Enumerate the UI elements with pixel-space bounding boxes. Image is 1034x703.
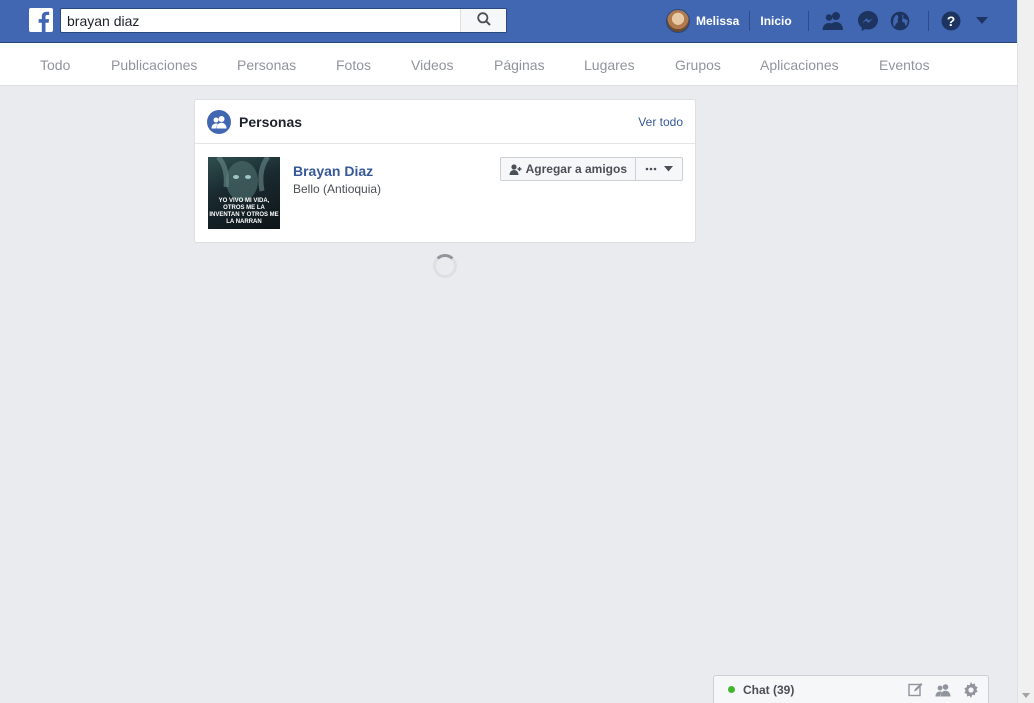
create-group-icon[interactable]	[934, 681, 952, 699]
add-friend-label: Agregar a amigos	[525, 162, 627, 176]
tab-eventos[interactable]: Eventos	[879, 57, 930, 73]
photo-caption: YO VIVO MI VIDA, OTROS ME LA INVENTAN Y …	[209, 198, 279, 225]
people-icon	[207, 109, 231, 134]
page-scrollbar[interactable]	[1017, 0, 1034, 703]
chat-actions	[906, 681, 980, 699]
help-icon[interactable]: ?	[939, 9, 963, 33]
search-filter-tabs: Todo Publicaciones Personas Fotos Videos…	[0, 43, 1017, 86]
card-header: Personas Ver todo	[195, 100, 695, 144]
profile-name: Melissa	[696, 14, 740, 28]
nav-divider	[807, 11, 809, 31]
tab-fotos[interactable]: Fotos	[336, 57, 371, 73]
top-navigation-bar: Melissa Inicio ?	[0, 0, 1017, 43]
scroll-down-icon[interactable]	[1022, 693, 1030, 698]
svg-text:?: ?	[946, 13, 955, 29]
online-status-icon	[728, 686, 735, 693]
tab-publicaciones[interactable]: Publicaciones	[111, 57, 197, 73]
home-link[interactable]: Inicio	[760, 14, 791, 28]
facebook-logo-icon[interactable]	[29, 8, 53, 32]
new-message-icon[interactable]	[906, 681, 924, 699]
nav-divider	[749, 11, 751, 31]
search-icon	[476, 12, 491, 29]
person-location: Bello (Antioquia)	[293, 182, 382, 196]
tab-todo[interactable]: Todo	[40, 57, 70, 73]
more-options-icon	[645, 167, 657, 171]
tab-lugares[interactable]: Lugares	[584, 57, 635, 73]
person-actions: Agregar a amigos	[499, 157, 683, 181]
loading-spinner-icon	[433, 254, 457, 278]
tab-videos[interactable]: Videos	[411, 57, 454, 73]
settings-icon[interactable]	[962, 681, 980, 699]
friend-requests-icon[interactable]	[821, 9, 845, 33]
add-friend-icon	[509, 163, 522, 175]
see-all-link[interactable]: Ver todo	[638, 115, 683, 129]
messenger-icon[interactable]	[856, 9, 880, 33]
chevron-down-icon	[663, 166, 673, 172]
notifications-globe-icon[interactable]	[888, 9, 912, 33]
person-name-link[interactable]: Brayan Diaz	[293, 163, 373, 179]
profile-photo[interactable]: YO VIVO MI VIDA, OTROS ME LA INVENTAN Y …	[208, 157, 280, 229]
chat-label: Chat (39)	[743, 682, 795, 697]
nav-divider	[927, 11, 929, 31]
avatar	[666, 9, 690, 33]
top-nav-right: Melissa Inicio ?	[666, 0, 994, 42]
tab-grupos[interactable]: Grupos	[675, 57, 721, 73]
search-button[interactable]	[460, 9, 506, 32]
tab-paginas[interactable]: Páginas	[494, 57, 545, 73]
add-friend-button[interactable]: Agregar a amigos	[499, 157, 636, 181]
tab-aplicaciones[interactable]: Aplicaciones	[760, 57, 839, 73]
profile-link[interactable]: Melissa	[666, 9, 739, 33]
search-input[interactable]	[61, 9, 460, 32]
person-result: YO VIVO MI VIDA, OTROS ME LA INVENTAN Y …	[208, 157, 683, 229]
people-results-card: Personas Ver todo YO VIVO MI VIDA, OTROS…	[194, 99, 696, 243]
section-title: Personas	[239, 113, 303, 130]
tab-personas[interactable]: Personas	[237, 57, 296, 73]
search-bar	[60, 8, 507, 33]
more-options-button[interactable]	[636, 157, 683, 181]
account-menu-icon[interactable]	[970, 9, 994, 33]
chat-bar[interactable]: Chat (39)	[713, 675, 989, 703]
